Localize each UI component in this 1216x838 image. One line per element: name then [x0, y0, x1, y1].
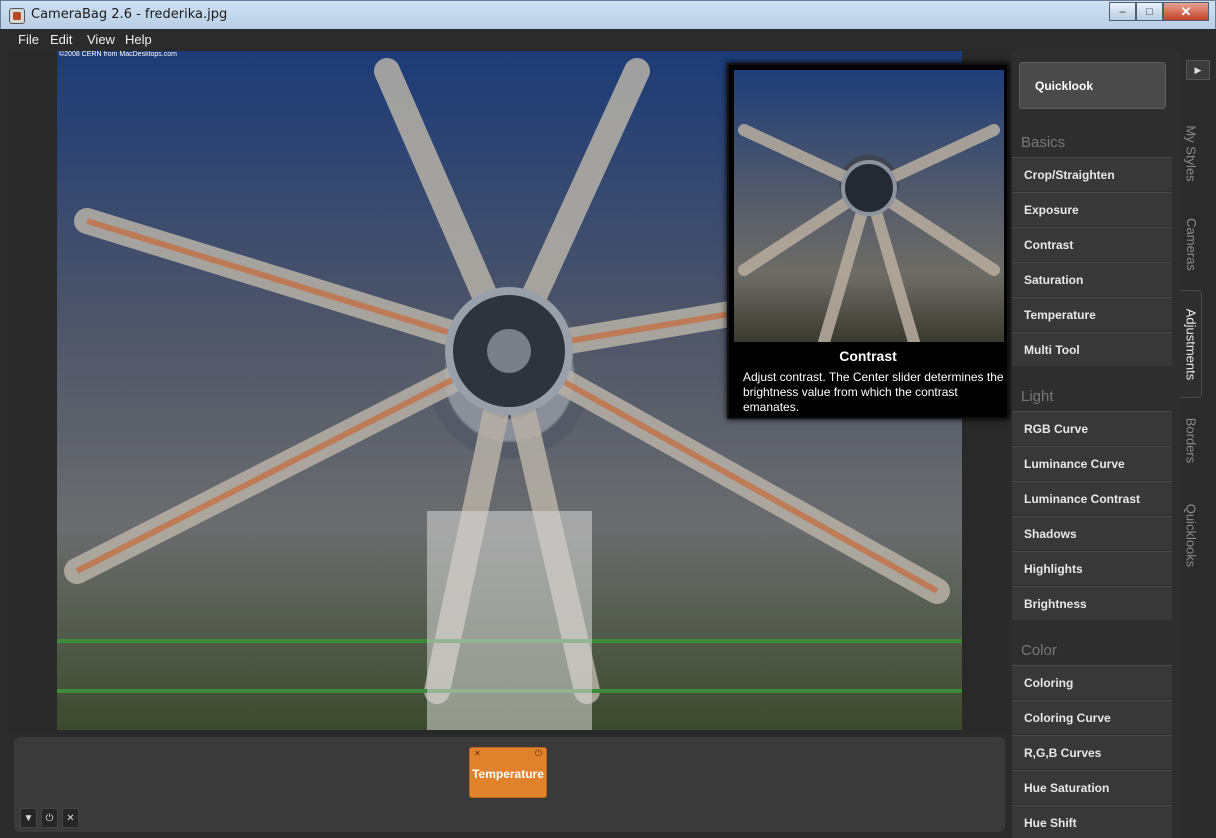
- item-rgb-curves[interactable]: R,G,B Curves: [1012, 735, 1172, 769]
- item-luminance-curve[interactable]: Luminance Curve: [1012, 446, 1172, 480]
- tab-my-styles[interactable]: My Styles: [1180, 108, 1202, 198]
- menu-file[interactable]: File: [18, 32, 39, 47]
- item-luminance-contrast[interactable]: Luminance Contrast: [1012, 481, 1172, 515]
- chip-label: Temperature: [472, 767, 544, 781]
- tooltip-title: Contrast: [839, 348, 897, 364]
- clear-icon[interactable]: ✕: [62, 808, 79, 828]
- collapse-panel-icon[interactable]: ▶: [1186, 60, 1210, 80]
- title-bar: CameraBag 2.6 - frederika.jpg – □ ✕: [0, 0, 1216, 29]
- quicklook-button[interactable]: Quicklook: [1019, 62, 1166, 109]
- item-shadows[interactable]: Shadows: [1012, 516, 1172, 550]
- item-coloring[interactable]: Coloring: [1012, 665, 1172, 699]
- power-toggle-icon[interactable]: ⏻: [41, 808, 58, 828]
- item-temperature[interactable]: Temperature: [1012, 297, 1172, 331]
- item-exposure[interactable]: Exposure: [1012, 192, 1172, 226]
- temperature-adjustment-chip[interactable]: ✕ ⏻ Temperature: [469, 747, 547, 798]
- close-button[interactable]: ✕: [1163, 2, 1209, 21]
- tab-borders[interactable]: Borders: [1180, 405, 1202, 475]
- menu-edit[interactable]: Edit: [50, 32, 72, 47]
- adjustment-tooltip: Contrast Adjust contrast. The Center sli…: [727, 63, 1009, 419]
- menu-help[interactable]: Help: [125, 32, 152, 47]
- item-brightness[interactable]: Brightness: [1012, 586, 1172, 620]
- menu-view[interactable]: View: [87, 32, 115, 47]
- window-title: CameraBag 2.6 - frederika.jpg: [31, 7, 228, 22]
- item-saturation[interactable]: Saturation: [1012, 262, 1172, 296]
- tab-cameras[interactable]: Cameras: [1180, 205, 1202, 283]
- tab-adjustments[interactable]: Adjustments: [1180, 290, 1202, 398]
- section-basics: Basics: [1021, 134, 1066, 151]
- minimize-button[interactable]: –: [1109, 2, 1136, 21]
- dropdown-icon[interactable]: ▼: [20, 808, 37, 828]
- section-light: Light: [1021, 388, 1054, 405]
- close-icon[interactable]: ✕: [474, 749, 481, 758]
- app-icon: [9, 8, 25, 24]
- section-color: Color: [1021, 642, 1057, 659]
- menu-bar: File Edit View Help: [0, 29, 1216, 50]
- tooltip-preview-image: [734, 70, 1004, 342]
- item-coloring-curve[interactable]: Coloring Curve: [1012, 700, 1172, 734]
- tab-quicklooks[interactable]: Quicklooks: [1180, 490, 1202, 580]
- item-multi-tool[interactable]: Multi Tool: [1012, 332, 1172, 366]
- item-contrast[interactable]: Contrast: [1012, 227, 1172, 261]
- item-rgb-curve[interactable]: RGB Curve: [1012, 411, 1172, 445]
- item-hue-saturation[interactable]: Hue Saturation: [1012, 770, 1172, 804]
- maximize-button[interactable]: □: [1136, 2, 1163, 21]
- tooltip-description: Adjust contrast. The Center slider deter…: [743, 370, 1004, 414]
- power-icon[interactable]: ⏻: [535, 748, 542, 759]
- photo-credit: ©2008 CERN from MacDesktops.com: [59, 51, 177, 58]
- item-hue-shift[interactable]: Hue Shift: [1012, 805, 1172, 838]
- adjustments-panel: Quicklook Basics Crop/Straighten Exposur…: [1012, 50, 1180, 838]
- item-crop-straighten[interactable]: Crop/Straighten: [1012, 157, 1172, 191]
- item-highlights[interactable]: Highlights: [1012, 551, 1172, 585]
